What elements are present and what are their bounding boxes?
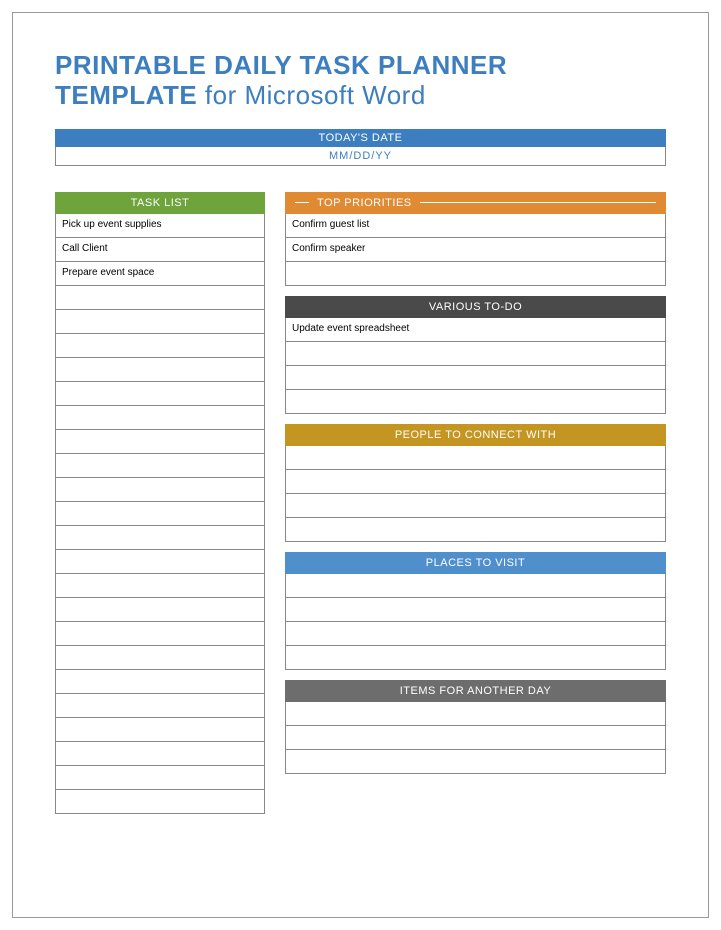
people-header: PEOPLE TO CONNECT WITH [285, 424, 666, 446]
various-todo-header: VARIOUS TO-DO [285, 296, 666, 318]
task-list-row [55, 526, 265, 550]
task-list-row [55, 454, 265, 478]
document-title: PRINTABLE DAILY TASK PLANNER TEMPLATE fo… [55, 51, 666, 111]
people-row [285, 518, 666, 542]
people-section: PEOPLE TO CONNECT WITH [285, 424, 666, 542]
left-column: TASK LIST Pick up event suppliesCall Cli… [55, 192, 265, 814]
right-column: TOP PRIORITIES Confirm guest listConfirm… [285, 192, 666, 814]
title-line2-regular: for Microsoft Word [205, 80, 426, 110]
another-day-row [285, 702, 666, 726]
title-line2-bold: TEMPLATE [55, 80, 205, 110]
top-priorities-row [285, 262, 666, 286]
columns: TASK LIST Pick up event suppliesCall Cli… [55, 192, 666, 814]
places-header: PLACES TO VISIT [285, 552, 666, 574]
task-list-header: TASK LIST [55, 192, 265, 214]
title-line2: TEMPLATE for Microsoft Word [55, 81, 666, 111]
various-todo-row [285, 366, 666, 390]
task-list-row [55, 790, 265, 814]
various-todo-section: VARIOUS TO-DO Update event spreadsheet [285, 296, 666, 414]
top-priorities-label: TOP PRIORITIES [317, 197, 412, 209]
task-list-row [55, 670, 265, 694]
divider-line [420, 202, 656, 203]
divider-line [295, 202, 309, 203]
places-row [285, 574, 666, 598]
places-row [285, 598, 666, 622]
task-list-row [55, 358, 265, 382]
task-list-row: Prepare event space [55, 262, 265, 286]
task-list-row [55, 382, 265, 406]
date-block: TODAY'S DATE MM/DD/YY [55, 129, 666, 166]
task-list-row [55, 286, 265, 310]
another-day-section: ITEMS FOR ANOTHER DAY [285, 680, 666, 774]
title-line1: PRINTABLE DAILY TASK PLANNER [55, 51, 666, 81]
task-list-row [55, 574, 265, 598]
top-priorities-row: Confirm speaker [285, 238, 666, 262]
task-list-row [55, 718, 265, 742]
task-list-row [55, 310, 265, 334]
task-list-row [55, 550, 265, 574]
page-container: PRINTABLE DAILY TASK PLANNER TEMPLATE fo… [12, 12, 709, 918]
task-list-row [55, 502, 265, 526]
task-list-row [55, 334, 265, 358]
people-row [285, 470, 666, 494]
date-value: MM/DD/YY [55, 147, 666, 166]
task-list-row [55, 406, 265, 430]
task-list-row [55, 622, 265, 646]
top-priorities-section: TOP PRIORITIES Confirm guest listConfirm… [285, 192, 666, 286]
another-day-row [285, 726, 666, 750]
task-list-row [55, 430, 265, 454]
various-todo-row [285, 342, 666, 366]
people-row [285, 446, 666, 470]
date-header: TODAY'S DATE [55, 129, 666, 147]
task-list-row: Pick up event supplies [55, 214, 265, 238]
task-list-row: Call Client [55, 238, 265, 262]
various-todo-row: Update event spreadsheet [285, 318, 666, 342]
places-row [285, 622, 666, 646]
top-priorities-row: Confirm guest list [285, 214, 666, 238]
task-list-row [55, 478, 265, 502]
people-row [285, 494, 666, 518]
task-list-row [55, 742, 265, 766]
task-list-row [55, 646, 265, 670]
task-list-row [55, 598, 265, 622]
various-todo-row [285, 390, 666, 414]
task-list-row [55, 766, 265, 790]
task-list-row [55, 694, 265, 718]
another-day-row [285, 750, 666, 774]
places-section: PLACES TO VISIT [285, 552, 666, 670]
another-day-header: ITEMS FOR ANOTHER DAY [285, 680, 666, 702]
top-priorities-header: TOP PRIORITIES [285, 192, 666, 214]
places-row [285, 646, 666, 670]
task-list-section: TASK LIST Pick up event suppliesCall Cli… [55, 192, 265, 814]
